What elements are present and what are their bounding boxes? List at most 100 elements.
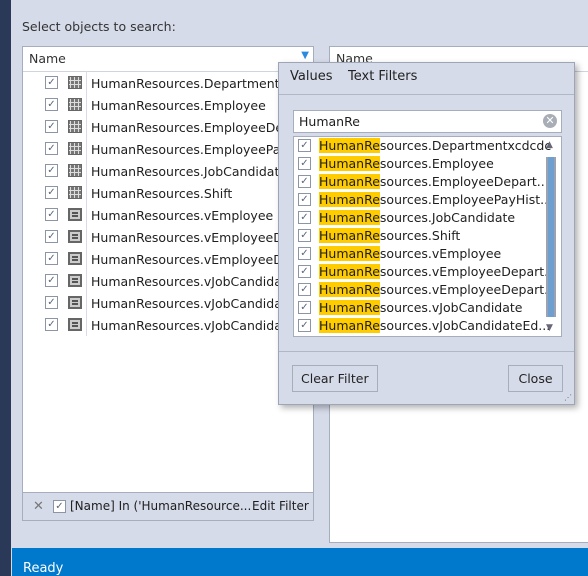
item-label: HumanResources.Shift <box>319 228 460 243</box>
clear-search-icon[interactable]: ✕ <box>543 114 557 128</box>
name-column-header[interactable]: Name ▼ <box>23 47 313 72</box>
item-checkbox[interactable]: ✓ <box>298 175 311 188</box>
row-checkbox[interactable]: ✓ <box>45 142 58 155</box>
item-rest: sources.vJobCandidateEd... <box>379 318 551 333</box>
list-item[interactable]: ✓ HumanResources.EmployeeDepart... <box>294 173 561 191</box>
item-checkbox[interactable]: ✓ <box>298 157 311 170</box>
row-checkbox[interactable]: ✓ <box>45 98 58 111</box>
item-checkbox[interactable]: ✓ <box>298 193 311 206</box>
view-icon <box>68 230 82 243</box>
list-item[interactable]: ✓ HumanResources.vEmployeeDepart... <box>294 263 561 281</box>
object-name: HumanResources.Employee <box>91 98 266 113</box>
list-item[interactable]: ✓ HumanResources.EmployeePayHist... <box>294 191 561 209</box>
item-label: HumanResources.vEmployee <box>319 246 501 261</box>
clear-filter-button[interactable]: Clear Filter <box>292 365 378 392</box>
table-row[interactable]: ✓ HumanResources.EmployeePayHistory <box>23 138 313 160</box>
tab-divider <box>279 94 574 95</box>
table-row[interactable]: ✓ HumanResources.Shift <box>23 182 313 204</box>
item-rest: sources.vJobCandidate <box>379 300 523 315</box>
row-checkbox[interactable]: ✓ <box>45 274 58 287</box>
resize-grip-icon[interactable]: ⋰ <box>564 393 572 402</box>
list-item[interactable]: ✓ HumanResources.vJobCandidateEd... <box>294 317 561 335</box>
scroll-down-icon[interactable]: ▼ <box>546 323 553 333</box>
table-icon <box>68 76 82 89</box>
table-icon <box>68 98 82 111</box>
table-row[interactable]: ✓HumanResources.vEmployeeDepartmentHisto… <box>23 248 313 270</box>
table-row[interactable]: ✓ HumanResources.Employee <box>23 94 313 116</box>
scroll-up-icon[interactable]: ▲ <box>546 140 553 150</box>
item-checkbox[interactable]: ✓ <box>298 247 311 260</box>
edit-filter-link[interactable]: Edit Filter <box>252 499 309 513</box>
match-highlight: HumanRe <box>319 192 380 207</box>
match-highlight: HumanRe <box>319 282 380 297</box>
item-rest: sources.EmployeeDepart... <box>379 174 549 189</box>
item-label: HumanResources.vJobCandidateEd... <box>319 318 550 333</box>
match-highlight: HumanRe <box>319 246 380 261</box>
row-checkbox[interactable]: ✓ <box>45 164 58 177</box>
row-checkbox[interactable]: ✓ <box>45 252 58 265</box>
values-list[interactable]: ✓ HumanResources.Departmentxcdcdc ✓ HumanRe… <box>293 136 562 337</box>
side-strip <box>0 0 11 576</box>
item-rest: sources.EmployeePayHist... <box>379 192 553 207</box>
list-item[interactable]: ✓ HumanResources.Shift <box>294 227 561 245</box>
tab-values[interactable]: Values <box>290 69 332 84</box>
filter-icon[interactable]: ▼ <box>301 50 309 61</box>
item-rest: sources.JobCandidate <box>379 210 516 225</box>
item-checkbox[interactable]: ✓ <box>298 301 311 314</box>
row-checkbox[interactable]: ✓ <box>45 120 58 133</box>
item-label: HumanResources.EmployeePayHist... <box>319 192 552 207</box>
list-item[interactable]: ✓ HumanResources.vJobCandidate <box>294 299 561 317</box>
search-input[interactable]: HumanRe ✕ <box>293 110 562 133</box>
scrollbar-thumb[interactable] <box>546 157 556 317</box>
object-name: HumanResources.vEmployee <box>91 208 274 223</box>
item-label: HumanResources.JobCandidate <box>319 210 515 225</box>
list-item[interactable]: ✓ HumanResources.Employee <box>294 155 561 173</box>
item-checkbox[interactable]: ✓ <box>298 139 311 152</box>
popup-divider <box>279 351 574 352</box>
item-label: HumanResources.vJobCandidate <box>319 300 522 315</box>
close-button[interactable]: Close <box>508 365 563 392</box>
table-row[interactable]: ✓ HumanResources.JobCandidate <box>23 160 313 182</box>
item-checkbox[interactable]: ✓ <box>298 319 311 332</box>
item-rest: sources.Departmentxcdcdc <box>379 138 552 153</box>
item-rest: sources.Employee <box>379 156 494 171</box>
row-checkbox[interactable]: ✓ <box>45 186 58 199</box>
select-objects-label: Select objects to search: <box>22 19 176 34</box>
object-name: HumanResources.JobCandidate <box>91 164 288 179</box>
tab-text-filters[interactable]: Text Filters <box>348 69 417 84</box>
table-row[interactable]: ✓ HumanResources.vJobCandidate <box>23 270 313 292</box>
view-icon <box>68 208 82 221</box>
match-highlight: HumanRe <box>319 156 380 171</box>
item-label: HumanResources.EmployeeDepart... <box>319 174 549 189</box>
object-name: HumanResources.vJobCandidate <box>91 274 295 289</box>
row-checkbox[interactable]: ✓ <box>45 296 58 309</box>
row-checkbox[interactable]: ✓ <box>45 76 58 89</box>
list-item[interactable]: ✓ HumanResources.Departmentxcdcdc <box>294 137 561 155</box>
table-row[interactable]: ✓ HumanResources.vEmployee <box>23 204 313 226</box>
filter-expression: [Name] In ('HumanResource... <box>70 499 252 513</box>
item-label: HumanResources.Departmentxcdcdc <box>319 138 551 153</box>
table-icon <box>68 186 82 199</box>
item-checkbox[interactable]: ✓ <box>298 283 311 296</box>
header-label: Name <box>29 51 66 66</box>
filter-enabled-checkbox[interactable]: ✓ <box>53 500 66 513</box>
table-row[interactable]: ✓HumanResources.vJobCandidateEmployment <box>23 314 313 336</box>
view-icon <box>68 296 82 309</box>
row-checkbox[interactable]: ✓ <box>45 208 58 221</box>
row-checkbox[interactable]: ✓ <box>45 318 58 331</box>
list-item[interactable]: ✓ HumanResources.JobCandidate <box>294 209 561 227</box>
scrollbar[interactable]: ▲ ▼ <box>542 138 560 335</box>
clear-filter-icon[interactable]: ✕ <box>33 499 44 514</box>
table-row[interactable]: ✓HumanResources.vEmployeeDepartment <box>23 226 313 248</box>
table-row[interactable]: ✓HumanResources.vJobCandidateEducation <box>23 292 313 314</box>
row-checkbox[interactable]: ✓ <box>45 230 58 243</box>
match-highlight: HumanRe <box>319 264 380 279</box>
list-item[interactable]: ✓ HumanResources.vEmployee <box>294 245 561 263</box>
item-checkbox[interactable]: ✓ <box>298 229 311 242</box>
item-checkbox[interactable]: ✓ <box>298 211 311 224</box>
item-checkbox[interactable]: ✓ <box>298 265 311 278</box>
table-row[interactable]: ✓ HumanResources.Departmentxcdcdc <box>23 72 313 94</box>
objects-grid[interactable]: Name ▼ ✓ HumanResources.Departmentxcdcdc ✓… <box>22 46 314 521</box>
list-item[interactable]: ✓ HumanResources.vEmployeeDepart... <box>294 281 561 299</box>
table-row[interactable]: ✓HumanResources.EmployeeDepartmentHistor… <box>23 116 313 138</box>
